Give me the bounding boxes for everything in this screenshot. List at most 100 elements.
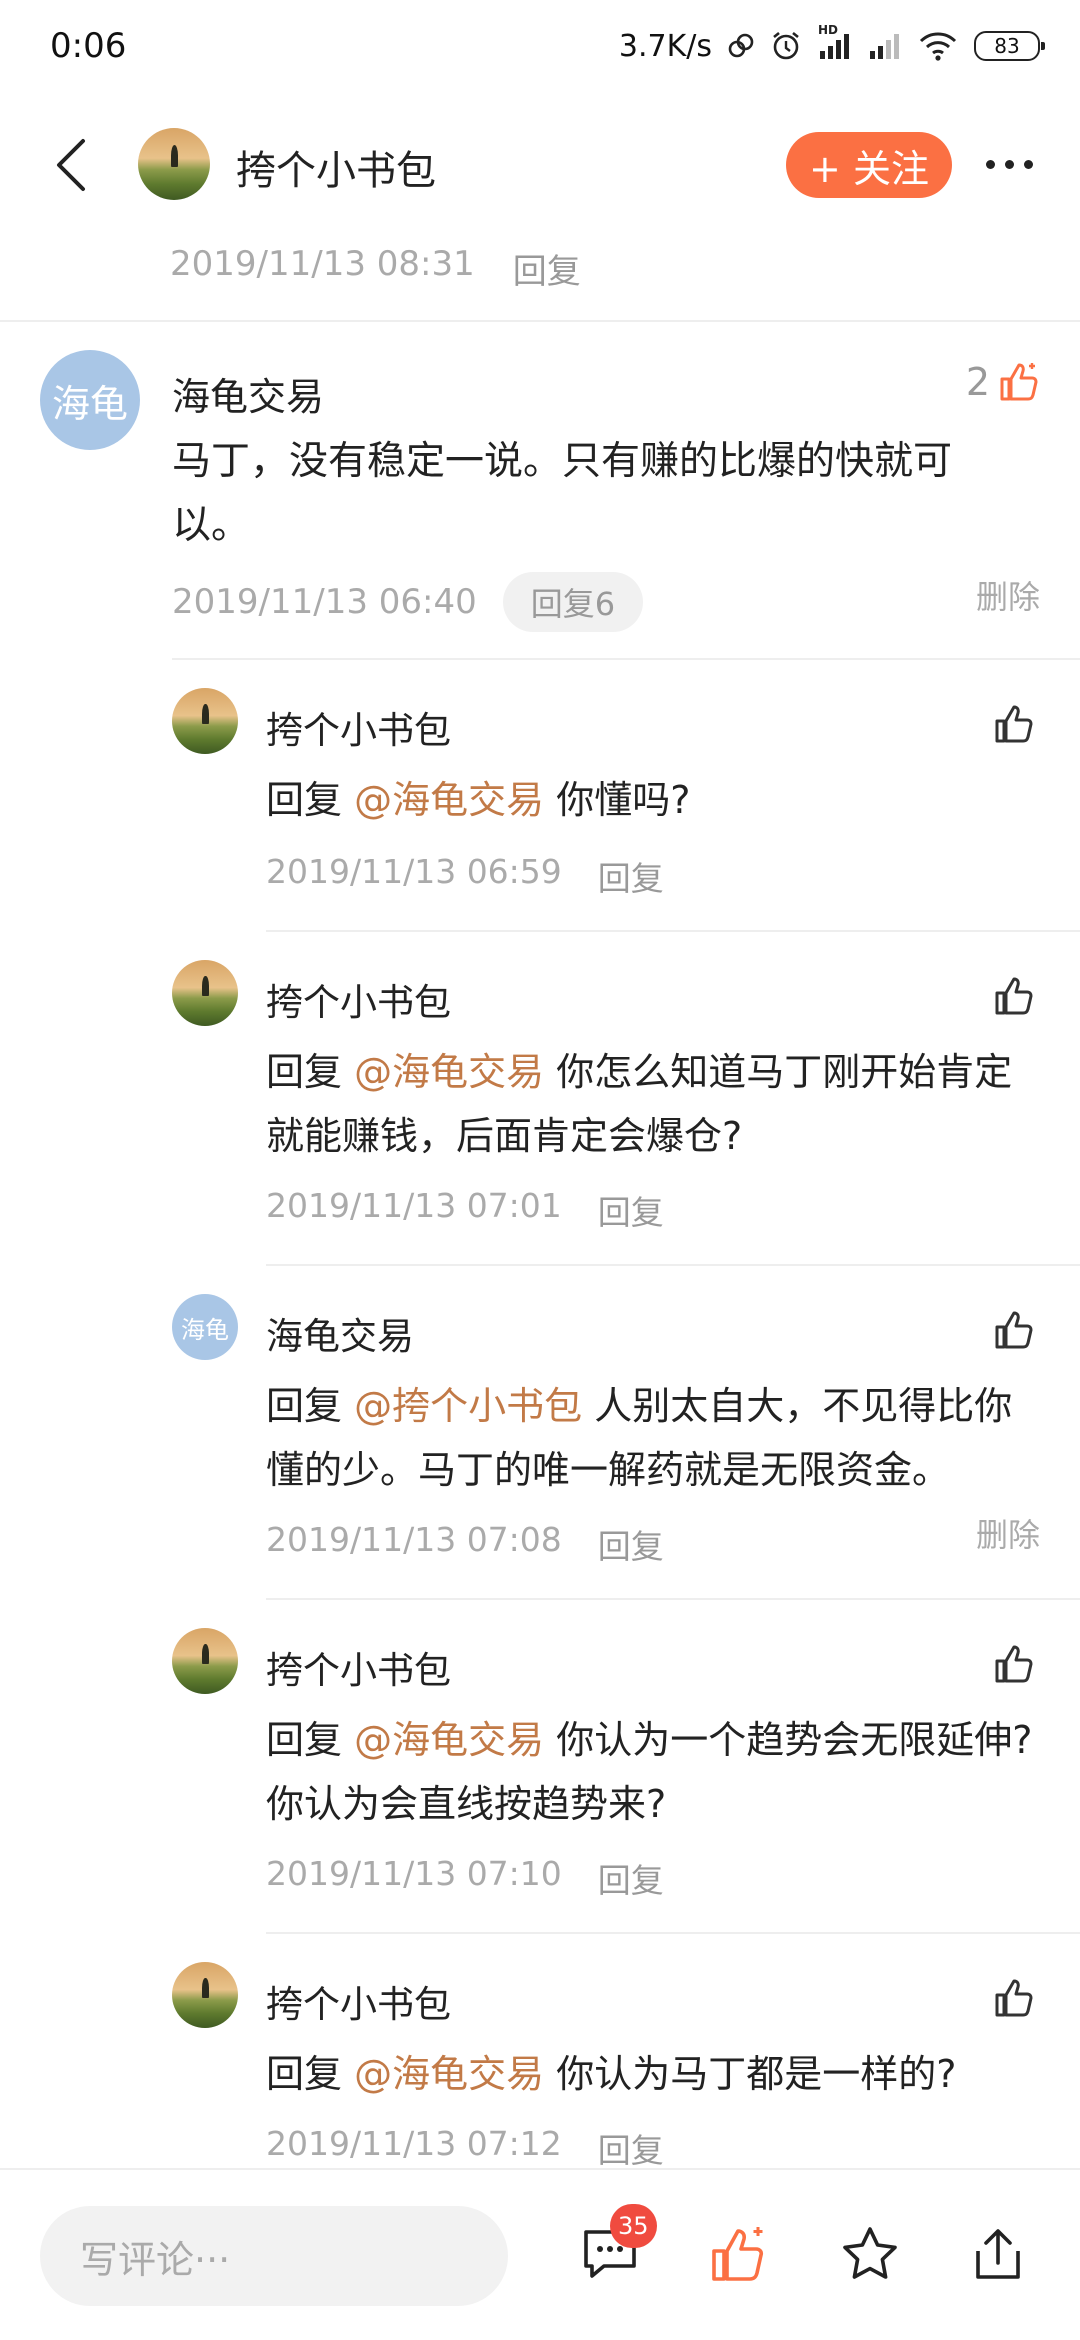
reply-body: 你懂吗? (544, 778, 691, 822)
like-button[interactable] (988, 698, 1040, 750)
avatar[interactable] (172, 1962, 238, 2028)
avatar[interactable]: 海龟 (172, 1294, 238, 1360)
reply-meta: 2019/11/13 07:01 回复 (266, 1186, 664, 1234)
avatar[interactable] (138, 128, 210, 200)
reply-prefix: 回复 (266, 778, 355, 822)
reply-link[interactable]: 回复 (598, 1186, 664, 1234)
comments-button[interactable]: 35 (578, 2204, 657, 2286)
bottom-action-bar: 写评论··· 35 (0, 2168, 1080, 2340)
thumbs-up-icon (712, 2227, 764, 2281)
thumbs-up-icon (995, 1979, 1033, 2017)
like-button[interactable] (988, 1972, 1040, 2024)
reply-meta: 2019/11/13 07:10 回复 (266, 1854, 664, 1902)
reply-prefix: 回复 (266, 1384, 355, 1428)
previous-comment-meta: 2019/11/13 08:31 回复 (170, 244, 581, 293)
status-bar: 0:06 3.7K/s HD 83 (0, 0, 1080, 96)
favorite-button[interactable] (838, 2222, 902, 2286)
reply-link[interactable]: 回复 (598, 2124, 664, 2172)
comment-input[interactable]: 写评论··· (40, 2206, 508, 2306)
list-item: 挎个小书包 回复 @海龟交易 你认为马丁都是一样的? 2019/11/13 07… (0, 1932, 1080, 2170)
hd-signal-icon: HD (818, 23, 852, 61)
reply-text: 回复 @海龟交易 你懂吗? (266, 768, 1036, 832)
net-speed: 3.7K/s (618, 28, 712, 64)
reply-author[interactable]: 挎个小书包 (266, 700, 451, 754)
divider (266, 930, 1080, 932)
header-username[interactable]: 挎个小书包 (236, 138, 436, 196)
mention-link[interactable]: @海龟交易 (354, 1050, 544, 1094)
list-item: 挎个小书包 回复 @海龟交易 你认为一个趋势会无限延伸? 你认为会直线按趋势来?… (0, 1598, 1080, 1932)
status-time: 0:06 (50, 26, 127, 66)
reply-text: 回复 @海龟交易 你认为一个趋势会无限延伸? 你认为会直线按趋势来? (266, 1708, 1036, 1836)
reply-author[interactable]: 挎个小书包 (266, 1640, 451, 1694)
share-icon (976, 2229, 1020, 2279)
reply-link[interactable]: 回复 (598, 1520, 664, 1568)
reply-body: 你认为马丁都是一样的? (544, 2052, 957, 2096)
divider (266, 1264, 1080, 1266)
thumbs-up-icon (995, 1645, 1033, 1683)
share-button[interactable] (966, 2222, 1030, 2286)
comment-meta: 2019/11/13 06:40 回复6 (172, 572, 644, 632)
mention-link[interactable]: @挎个小书包 (354, 1384, 582, 1428)
reply-prefix: 回复 (266, 2052, 355, 2096)
comment-count-badge: 35 (610, 2204, 657, 2248)
reply-author[interactable]: 海龟交易 (266, 1306, 414, 1360)
reply-link[interactable]: 回复 (598, 1854, 664, 1902)
mention-link[interactable]: @海龟交易 (354, 778, 544, 822)
chevron-left-icon (57, 139, 85, 191)
reply-date: 2019/11/13 07:01 (266, 1186, 562, 1225)
reply-meta: 2019/11/13 07:08 回复 (266, 1520, 664, 1568)
mention-link[interactable]: @海龟交易 (354, 2052, 544, 2096)
reply-date: 2019/11/13 07:08 (266, 1520, 562, 1559)
reply-link[interactable]: 回复 (598, 852, 664, 900)
divider (266, 1932, 1080, 1934)
star-icon (843, 2227, 897, 2279)
thumbs-up-icon (995, 1311, 1033, 1349)
reply-meta: 2019/11/13 06:59 回复 (266, 852, 664, 900)
link-icon (728, 31, 754, 61)
like-button[interactable] (988, 1638, 1040, 1690)
delete-button[interactable]: 删除 (976, 572, 1040, 618)
divider (172, 658, 1080, 660)
more-icon[interactable] (978, 134, 1040, 194)
reply-text: 回复 @海龟交易 你怎么知道马丁刚开始肯定就能赚钱，后面肯定会爆仓? (266, 1040, 1036, 1168)
mention-link[interactable]: @海龟交易 (354, 1718, 544, 1762)
reply-date: 2019/11/13 06:59 (266, 852, 562, 891)
like-button[interactable] (706, 2222, 770, 2286)
thumbs-up-icon (995, 705, 1033, 743)
signal-icon (868, 31, 902, 61)
reply-date: 2019/11/13 07:10 (266, 1854, 562, 1893)
hd-label: HD (818, 23, 839, 37)
reply-count-button[interactable]: 回复6 (502, 572, 644, 632)
divider (266, 1598, 1080, 1600)
reply-text: 回复 @海龟交易 你认为马丁都是一样的? (266, 2042, 1036, 2106)
delete-button[interactable]: 删除 (976, 1510, 1040, 1556)
battery-icon: 83 (974, 31, 1045, 61)
status-icons: 3.7K/s HD 83 (618, 23, 1045, 68)
avatar[interactable]: 海龟 (40, 350, 140, 450)
comment-date: 2019/11/13 06:40 (172, 582, 477, 622)
avatar[interactable] (172, 960, 238, 1026)
like-button[interactable]: 2 (966, 360, 1040, 404)
reply-author[interactable]: 挎个小书包 (266, 972, 451, 1026)
thumbs-up-icon (995, 977, 1033, 1015)
reply-prefix: 回复 (266, 1718, 355, 1762)
wifi-icon (918, 30, 958, 62)
list-item: 海龟 海龟交易 回复 @挎个小书包 人别太自大，不见得比你懂的少。马丁的唯一解药… (0, 1264, 1080, 1598)
like-button[interactable] (988, 1304, 1040, 1356)
follow-button[interactable]: + 关注 (786, 132, 952, 198)
like-button[interactable] (988, 970, 1040, 1022)
reply-link[interactable]: 回复 (513, 244, 581, 293)
reply-meta: 2019/11/13 07:12 回复 (266, 2124, 664, 2172)
back-button[interactable] (40, 130, 100, 200)
comment-date: 2019/11/13 08:31 (170, 244, 475, 284)
thumbs-up-icon (1000, 363, 1038, 401)
list-item: 挎个小书包 回复 @海龟交易 你怎么知道马丁刚开始肯定就能赚钱，后面肯定会爆仓?… (0, 930, 1080, 1264)
avatar[interactable] (172, 688, 238, 754)
reply-author[interactable]: 挎个小书包 (266, 1974, 451, 2028)
avatar[interactable] (172, 1628, 238, 1694)
divider (0, 320, 1080, 322)
like-count: 2 (965, 360, 990, 404)
alarm-icon (770, 30, 802, 62)
comment-author[interactable]: 海龟交易 (172, 366, 324, 421)
reply-text: 回复 @挎个小书包 人别太自大，不见得比你懂的少。马丁的唯一解药就是无限资金。 (266, 1374, 1036, 1502)
